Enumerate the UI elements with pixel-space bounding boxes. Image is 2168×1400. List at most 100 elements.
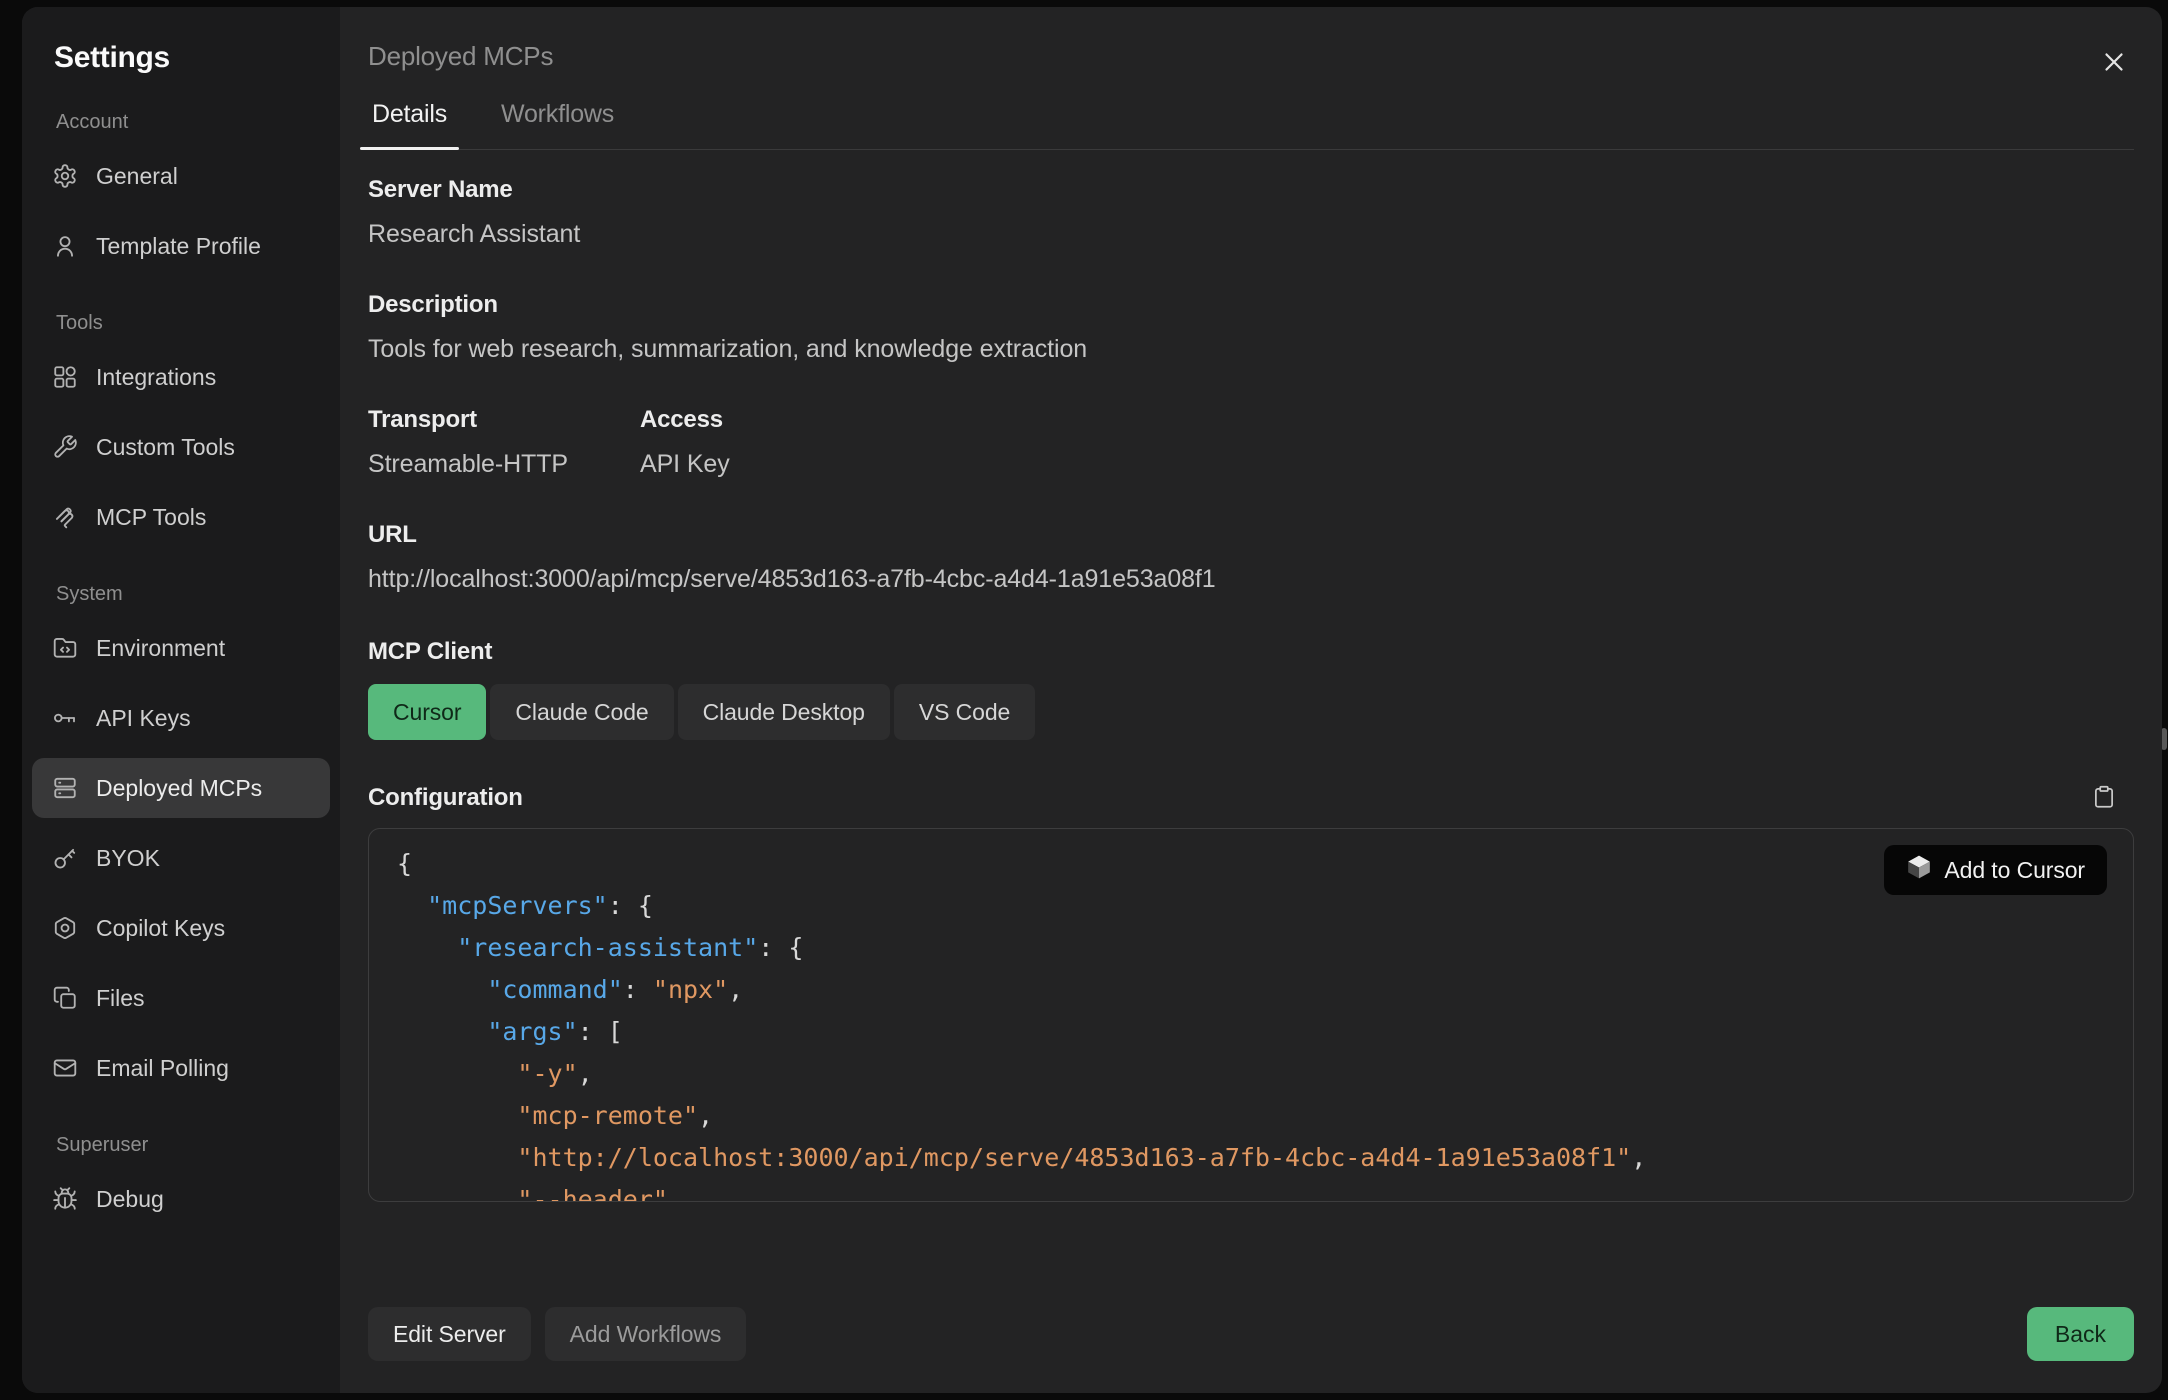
page-backdrop: Settings Account General Template Profile T… bbox=[0, 0, 2168, 1400]
access-value: API Key bbox=[640, 450, 730, 479]
configuration-header-row: Configuration bbox=[368, 784, 2134, 812]
sidebar-item-files[interactable]: Files bbox=[32, 968, 330, 1028]
clipboard-icon bbox=[2091, 798, 2117, 813]
sidebar-section-label-system: System bbox=[56, 583, 330, 606]
key-diagonal-icon bbox=[52, 845, 78, 871]
edit-server-button[interactable]: Edit Server bbox=[368, 1307, 531, 1361]
sidebar-item-label: General bbox=[96, 163, 178, 190]
wrench-icon bbox=[52, 434, 78, 460]
sidebar-item-email-polling[interactable]: Email Polling bbox=[32, 1038, 330, 1098]
blocks-icon bbox=[52, 364, 78, 390]
mcp-logo-icon bbox=[52, 504, 78, 530]
mcp-client-buttons: CursorClaude CodeClaude DesktopVS Code bbox=[368, 684, 2134, 740]
gear-icon bbox=[52, 163, 78, 189]
description-value: Tools for web research, summarization, a… bbox=[368, 335, 2134, 364]
code-lines: { "mcpServers": { "research-assistant": … bbox=[397, 843, 2133, 1202]
server-name-label: Server Name bbox=[368, 176, 2134, 204]
code-line: "mcp-remote", bbox=[397, 1095, 2133, 1137]
description-field: Description Tools for web research, summ… bbox=[368, 291, 2134, 364]
url-field: URL http://localhost:3000/api/mcp/serve/… bbox=[368, 521, 2134, 594]
code-line: "--header" bbox=[397, 1179, 2133, 1202]
client-button-cursor[interactable]: Cursor bbox=[368, 684, 486, 740]
add-workflows-button[interactable]: Add Workflows bbox=[545, 1307, 747, 1361]
mail-icon bbox=[52, 1055, 78, 1081]
back-button[interactable]: Back bbox=[2027, 1307, 2134, 1361]
client-button-claude-code[interactable]: Claude Code bbox=[490, 684, 673, 740]
close-button[interactable] bbox=[2098, 47, 2130, 79]
sidebar-item-api-keys[interactable]: API Keys bbox=[32, 688, 330, 748]
sidebar-item-general[interactable]: General bbox=[32, 146, 330, 206]
sidebar-item-debug[interactable]: Debug bbox=[32, 1169, 330, 1229]
code-line: "command": "npx", bbox=[397, 969, 2133, 1011]
add-to-cursor-label: Add to Cursor bbox=[1944, 857, 2085, 884]
transport-access-row: Transport Streamable-HTTP Access API Key bbox=[368, 406, 2134, 479]
transport-field: Transport Streamable-HTTP bbox=[368, 406, 640, 479]
key-icon bbox=[52, 705, 78, 731]
code-line: "http://localhost:3000/api/mcp/serve/485… bbox=[397, 1137, 2133, 1179]
sidebar-item-label: Environment bbox=[96, 635, 225, 662]
copy-configuration-button[interactable] bbox=[2090, 784, 2118, 812]
sidebar-item-environment[interactable]: Environment bbox=[32, 618, 330, 678]
footer: Edit Server Add Workflows Back bbox=[368, 1307, 2134, 1361]
tab-details[interactable]: Details bbox=[368, 100, 451, 149]
sidebar-section-label-superuser: Superuser bbox=[56, 1134, 330, 1157]
url-label: URL bbox=[368, 521, 2134, 549]
details-content: Server Name Research Assistant Descripti… bbox=[368, 150, 2134, 1273]
server-name-field: Server Name Research Assistant bbox=[368, 176, 2134, 249]
settings-title: Settings bbox=[54, 41, 330, 75]
sidebar-item-custom-tools[interactable]: Custom Tools bbox=[32, 417, 330, 477]
cursor-cube-icon bbox=[1906, 854, 1932, 886]
sidebar-item-label: Copilot Keys bbox=[96, 915, 225, 942]
code-line: "mcpServers": { bbox=[397, 885, 2133, 927]
url-value: http://localhost:3000/api/mcp/serve/4853… bbox=[368, 565, 2134, 594]
code-line: "-y", bbox=[397, 1053, 2133, 1095]
mcp-client-block: MCP Client CursorClaude CodeClaude Deskt… bbox=[368, 638, 2134, 740]
sidebar-item-label: Integrations bbox=[96, 364, 216, 391]
sidebar-item-copilot-keys[interactable]: Copilot Keys bbox=[32, 898, 330, 958]
access-label: Access bbox=[640, 406, 730, 434]
server-icon bbox=[52, 775, 78, 801]
sidebar-item-label: Template Profile bbox=[96, 233, 261, 260]
settings-modal: Settings Account General Template Profile T… bbox=[22, 7, 2162, 1393]
hexagon-nut-icon bbox=[52, 915, 78, 941]
tab-workflows[interactable]: Workflows bbox=[497, 100, 618, 149]
main-panel: Deployed MCPs Details Workflows Server Na… bbox=[340, 7, 2162, 1393]
configuration-label: Configuration bbox=[368, 784, 523, 812]
description-label: Description bbox=[368, 291, 2134, 319]
sidebar-item-label: Email Polling bbox=[96, 1055, 229, 1082]
user-icon bbox=[52, 233, 78, 259]
sidebar-section-label-account: Account bbox=[56, 111, 330, 134]
sidebar-item-label: API Keys bbox=[96, 705, 191, 732]
client-button-claude-desktop[interactable]: Claude Desktop bbox=[678, 684, 890, 740]
transport-label: Transport bbox=[368, 406, 640, 434]
sidebar-item-label: Debug bbox=[96, 1186, 164, 1213]
code-line: { bbox=[397, 843, 2133, 885]
copy-pages-icon bbox=[52, 985, 78, 1011]
mcp-client-label: MCP Client bbox=[368, 638, 2134, 666]
code-line: "research-assistant": { bbox=[397, 927, 2133, 969]
server-name-value: Research Assistant bbox=[368, 220, 2134, 249]
panel-title: Deployed MCPs bbox=[368, 41, 2134, 72]
transport-value: Streamable-HTTP bbox=[368, 450, 640, 479]
sidebar-item-mcp-tools[interactable]: MCP Tools bbox=[32, 487, 330, 547]
sidebar-item-label: Deployed MCPs bbox=[96, 775, 262, 802]
sidebar-item-deployed-mcps[interactable]: Deployed MCPs bbox=[32, 758, 330, 818]
sidebar-item-label: MCP Tools bbox=[96, 504, 206, 531]
sidebar-item-integrations[interactable]: Integrations bbox=[32, 347, 330, 407]
sidebar-section-label-tools: Tools bbox=[56, 312, 330, 335]
add-to-cursor-button[interactable]: Add to Cursor bbox=[1884, 845, 2107, 895]
close-icon bbox=[2099, 65, 2129, 80]
sidebar-item-byok[interactable]: BYOK bbox=[32, 828, 330, 888]
client-button-vs-code[interactable]: VS Code bbox=[894, 684, 1035, 740]
access-field: Access API Key bbox=[640, 406, 730, 479]
configuration-code-block[interactable]: { "mcpServers": { "research-assistant": … bbox=[368, 828, 2134, 1202]
sidebar-sections: Account General Template Profile Tools Integ… bbox=[32, 111, 330, 1229]
sidebar-item-template-profile[interactable]: Template Profile bbox=[32, 216, 330, 276]
sidebar-item-label: Custom Tools bbox=[96, 434, 235, 461]
sidebar-item-label: Files bbox=[96, 985, 145, 1012]
folder-code-icon bbox=[52, 635, 78, 661]
sidebar: Settings Account General Template Profile T… bbox=[22, 7, 340, 1393]
tabs: Details Workflows bbox=[368, 100, 2134, 150]
sidebar-item-label: BYOK bbox=[96, 845, 160, 872]
code-line: "args": [ bbox=[397, 1011, 2133, 1053]
